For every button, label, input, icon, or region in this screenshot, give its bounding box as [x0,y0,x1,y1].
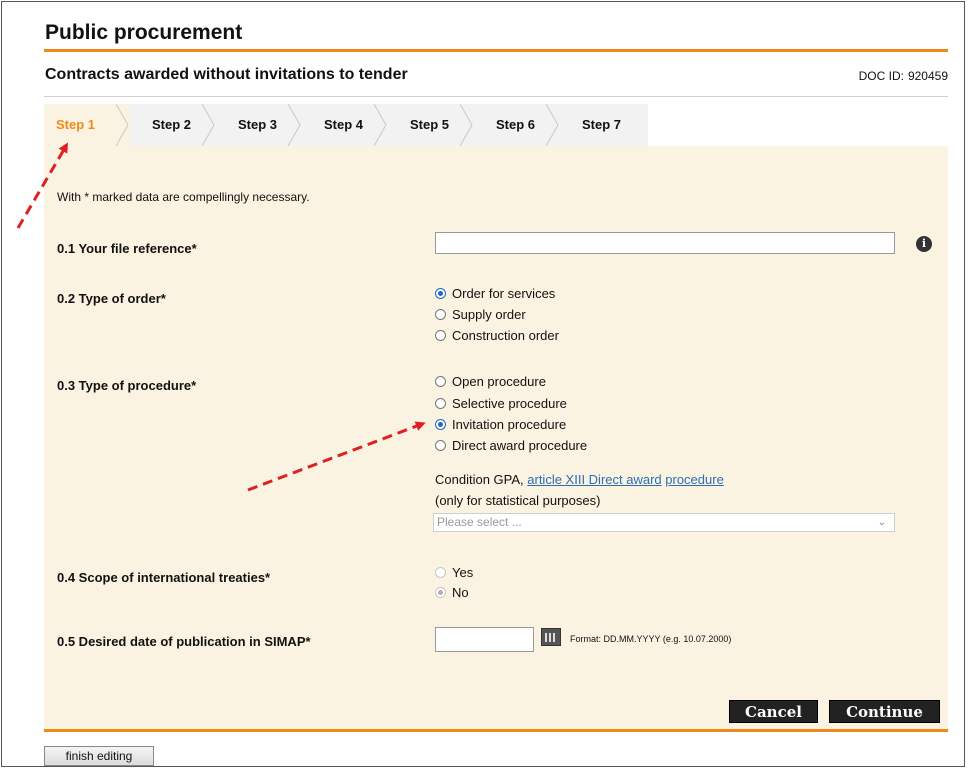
condition-gpa-text: Condition GPA, article XIII Direct award… [435,472,724,487]
radio-button[interactable] [435,398,446,409]
tab-step-1[interactable]: Step 1 [44,104,130,146]
title-underline [44,49,948,52]
radio-invitation-procedure[interactable]: Invitation procedure [435,417,566,432]
doc-id-value: 920459 [907,69,948,83]
tab-step-4[interactable]: Step 4 [302,104,388,146]
radio-label: Direct award procedure [452,438,588,453]
radio-label: Order for services [452,286,556,301]
tab-label: Step 2 [152,117,192,132]
radio-button[interactable] [435,567,446,578]
finish-editing-button[interactable]: finish editing [44,746,154,766]
doc-id-label: DOC ID: [858,69,904,83]
chevron-right-icon [374,104,387,146]
article-xiii-link[interactable]: article XIII Direct award [527,472,661,487]
footer-rule [44,729,948,732]
radio-button[interactable] [435,288,446,299]
chevron-right-icon [460,104,473,146]
tab-step-6[interactable]: Step 6 [474,104,560,146]
required-note: With * marked data are compellingly nece… [57,190,310,204]
radio-label: Construction order [452,328,559,343]
tab-step-3[interactable]: Step 3 [216,104,302,146]
select-value: Please select ... [437,515,522,529]
order-type-label: 0.2 Type of order* [57,291,166,306]
chevron-right-icon [288,104,301,146]
publication-date-input[interactable] [435,627,534,652]
radio-construction-order[interactable]: Construction order [435,328,559,343]
radio-selective-procedure[interactable]: Selective procedure [435,396,567,411]
radio-label: Open procedure [452,374,546,389]
page-title: Public procurement [45,21,243,44]
radio-button[interactable] [435,309,446,320]
tab-label: Step 1 [56,117,96,132]
file-reference-input[interactable] [435,232,895,254]
page-subtitle: Contracts awarded without invitations to… [45,66,408,83]
procedure-link[interactable]: procedure [665,472,724,487]
tab-step-7[interactable]: Step 7 [560,104,648,146]
radio-button[interactable] [435,587,446,598]
radio-button[interactable] [435,330,446,341]
radio-treaties-yes[interactable]: Yes [435,565,473,580]
radio-label: Selective procedure [452,396,567,411]
step-tabs: Step 1 Step 2 Step 3 Step 4 Step 5 Step … [44,104,648,147]
tab-label: Step 7 [582,117,622,132]
tab-label: Step 4 [324,117,364,132]
radio-label: No [452,585,469,600]
tab-step-5[interactable]: Step 5 [388,104,474,146]
radio-supply-order[interactable]: Supply order [435,307,526,322]
doc-id: DOC ID: 920459 [859,69,948,83]
condition-prefix: Condition GPA, [435,472,524,487]
treaties-label: 0.4 Scope of international treaties* [57,570,271,585]
chevron-right-icon [546,104,559,146]
procedure-type-label: 0.3 Type of procedure* [57,378,197,393]
chevron-right-icon [202,104,215,146]
statistical-note: (only for statistical purposes) [435,493,601,508]
radio-open-procedure[interactable]: Open procedure [435,374,546,389]
radio-order-services[interactable]: Order for services [435,286,555,301]
radio-button[interactable] [435,419,446,430]
tab-label: Step 5 [410,117,450,132]
continue-button[interactable]: Continue [829,700,940,723]
info-icon[interactable]: i [916,236,932,252]
radio-button[interactable] [435,440,446,451]
chevron-down-icon: ⌄ [877,517,886,528]
divider [44,96,948,97]
radio-treaties-no[interactable]: No [435,585,469,600]
calendar-icon[interactable] [541,628,561,646]
radio-direct-award-procedure[interactable]: Direct award procedure [435,438,587,453]
radio-label: Yes [452,565,474,580]
radio-label: Supply order [452,307,526,322]
condition-select[interactable]: Please select ... ⌄ [433,513,895,532]
cancel-button[interactable]: Cancel [729,700,818,723]
tab-step-2[interactable]: Step 2 [130,104,216,146]
tab-label: Step 3 [238,117,278,132]
chevron-right-icon [116,104,129,146]
tab-label: Step 6 [496,117,536,132]
file-reference-label: 0.1 Your file reference* [57,241,197,256]
date-format-hint: Format: DD.MM.YYYY (e.g. 10.07.2000) [570,634,732,644]
publication-date-label: 0.5 Desired date of publication in SIMAP… [57,634,311,649]
radio-label: Invitation procedure [452,417,567,432]
radio-button[interactable] [435,376,446,387]
